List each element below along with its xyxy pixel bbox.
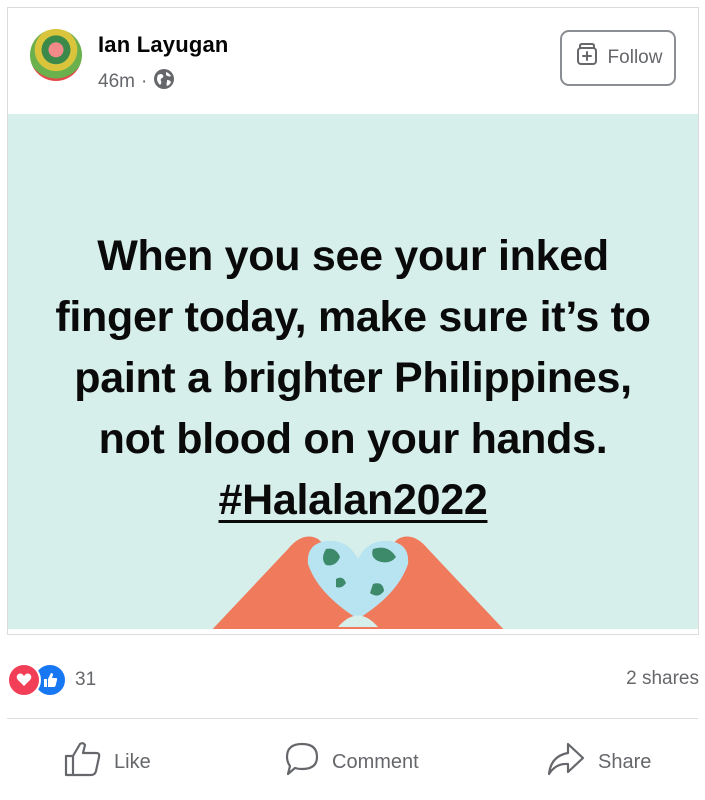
post-card: Ian Layugan 46m · Follow When you see yo…: [7, 7, 699, 635]
stats-divider: [7, 718, 698, 719]
reaction-count: 31: [75, 669, 97, 690]
follow-label: Follow: [607, 47, 663, 68]
author-name[interactable]: Ian Layugan: [98, 32, 229, 58]
comment-bubble-icon: [284, 741, 320, 783]
post-quote: When you see your inked finger today, ma…: [38, 226, 668, 531]
follow-button[interactable]: Follow: [560, 30, 676, 86]
post-timestamp[interactable]: 46m: [98, 71, 135, 93]
heart-hands-illustration: [212, 536, 504, 629]
like-button[interactable]: Like: [64, 740, 151, 784]
post-stats: 31 2 shares: [0, 660, 705, 700]
quote-text: When you see your inked finger today, ma…: [55, 232, 651, 463]
shares-count[interactable]: 2 shares: [626, 668, 699, 690]
post-actions-bar: Like Comment Share: [0, 728, 705, 798]
share-label: Share: [598, 750, 652, 773]
post-meta: 46m ·: [98, 68, 175, 96]
thumbs-up-icon: [64, 741, 102, 783]
author-avatar[interactable]: [30, 29, 82, 81]
post-image-banner[interactable]: When you see your inked finger today, ma…: [8, 114, 698, 629]
comment-label: Comment: [332, 750, 419, 773]
love-reaction-icon: [7, 663, 41, 697]
reactions-summary[interactable]: 31: [7, 663, 96, 697]
meta-separator: ·: [140, 71, 148, 92]
share-arrow-icon: [546, 741, 586, 783]
comment-button[interactable]: Comment: [284, 740, 419, 784]
like-label: Like: [114, 750, 151, 773]
post-header: Ian Layugan 46m · Follow: [8, 8, 698, 114]
follow-icon: [574, 42, 600, 74]
share-button[interactable]: Share: [546, 740, 651, 784]
globe-icon[interactable]: [153, 68, 175, 96]
